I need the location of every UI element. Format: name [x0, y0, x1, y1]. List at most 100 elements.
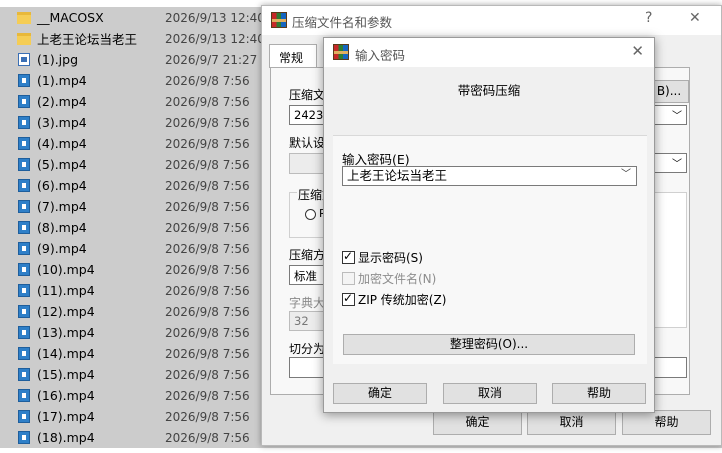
show-password-checkbox-row[interactable]: 显示密码(S): [342, 249, 423, 266]
archive-ok-button[interactable]: 确定: [433, 410, 522, 435]
format-rar-radio[interactable]: [305, 209, 316, 220]
file-date: 2026/9/8 7:56: [165, 430, 250, 445]
video-file-icon: [18, 410, 30, 423]
file-name: (7).mp4: [37, 199, 87, 214]
file-name: (13).mp4: [37, 325, 95, 340]
file-date: 2026/9/8 7:56: [165, 241, 250, 256]
password-cancel-button[interactable]: 取消: [443, 383, 537, 404]
split-label: 切分为: [289, 342, 326, 356]
video-file-icon: [18, 347, 30, 360]
file-name: (1).jpg: [37, 52, 79, 67]
file-name: (1).mp4: [37, 73, 87, 88]
folder-icon: [17, 33, 31, 45]
show-password-checkbox[interactable]: [342, 249, 355, 264]
folder-icon: [17, 12, 31, 24]
video-file-icon: [18, 158, 30, 171]
file-date: 2026/9/13 12:40: [165, 10, 265, 25]
winrar-app-icon: [333, 44, 349, 60]
file-date: 2026/9/8 7:56: [165, 262, 250, 277]
file-date: 2026/9/8 7:56: [165, 73, 250, 88]
help-icon[interactable]: ?: [645, 10, 652, 26]
password-help-button[interactable]: 帮助: [552, 383, 646, 404]
video-file-icon: [18, 326, 30, 339]
file-date: 2026/9/8 7:56: [165, 346, 250, 361]
close-icon[interactable]: ✕: [689, 10, 701, 26]
password-ok-button[interactable]: 确定: [333, 383, 427, 404]
show-password-label: 显示密码(S): [358, 251, 423, 265]
file-name: (10).mp4: [37, 262, 95, 277]
file-date: 2026/9/13 12:40: [165, 31, 265, 46]
file-name: __MACOSX: [37, 10, 104, 25]
video-file-icon: [18, 116, 30, 129]
archive-help-button[interactable]: 帮助: [622, 410, 711, 435]
archive-dialog-title: 压缩文件名和参数: [292, 15, 393, 30]
video-file-icon: [18, 242, 30, 255]
video-file-icon: [18, 200, 30, 213]
file-name: (3).mp4: [37, 115, 87, 130]
file-name: 上老王论坛当老王: [37, 32, 138, 47]
video-file-icon: [18, 284, 30, 297]
file-date: 2026/9/8 7:56: [165, 94, 250, 109]
default-profile-label: 默认设: [289, 136, 326, 150]
video-file-icon: [18, 431, 30, 444]
file-name: (8).mp4: [37, 220, 87, 235]
file-name: (4).mp4: [37, 136, 87, 151]
chevron-down-icon: ﹀: [672, 111, 682, 122]
video-file-icon: [18, 389, 30, 402]
tab-general[interactable]: 常规: [269, 44, 317, 68]
video-file-icon: [18, 74, 30, 87]
file-date: 2026/9/8 7:56: [165, 136, 250, 151]
file-date: 2026/9/8 7:56: [165, 283, 250, 298]
zip-legacy-encryption-checkbox[interactable]: [342, 291, 355, 306]
zip-legacy-encryption-label: ZIP 传统加密(Z): [358, 293, 447, 307]
archive-name-label: 压缩文: [289, 88, 326, 102]
file-date: 2026/9/8 7:56: [165, 157, 250, 172]
password-value: 上老王论坛当老王: [347, 168, 448, 183]
organize-passwords-button[interactable]: 整理密码(O)...: [343, 334, 635, 355]
password-dialog: 输入密码 ✕ 带密码压缩 输入密码(E) 上老王论坛当老王 ﹀ 显示密码(S) …: [323, 37, 655, 413]
browse-button[interactable]: B)...: [649, 80, 689, 103]
file-name: (14).mp4: [37, 346, 95, 361]
encrypt-filenames-checkbox-row[interactable]: 加密文件名(N): [342, 270, 436, 287]
file-name: (2).mp4: [37, 94, 87, 109]
file-date: 2026/9/8 7:56: [165, 220, 250, 235]
file-name: (6).mp4: [37, 178, 87, 193]
file-date: 2026/9/8 7:56: [165, 388, 250, 403]
file-date: 2026/9/8 7:56: [165, 367, 250, 382]
encrypt-filenames-checkbox[interactable]: [342, 272, 355, 285]
file-date: 2026/9/8 7:56: [165, 409, 250, 424]
file-name: (9).mp4: [37, 241, 87, 256]
file-date: 2026/9/8 7:56: [165, 199, 250, 214]
file-date: 2026/9/8 7:56: [165, 115, 250, 130]
winrar-app-icon: [271, 12, 287, 28]
video-file-icon: [18, 221, 30, 234]
file-date: 2026/9/8 7:56: [165, 325, 250, 340]
encrypt-filenames-label: 加密文件名(N): [358, 272, 437, 286]
chevron-down-icon[interactable]: ﹀: [621, 167, 631, 183]
zip-legacy-encryption-checkbox-row[interactable]: ZIP 传统加密(Z): [342, 291, 446, 308]
password-input[interactable]: 上老王论坛当老王 ﹀: [342, 166, 637, 186]
file-name: (16).mp4: [37, 388, 95, 403]
password-dialog-heading: 带密码压缩: [457, 83, 521, 98]
dictionary-label: 字典大: [289, 296, 326, 310]
video-file-icon: [18, 305, 30, 318]
video-file-icon: [18, 368, 30, 381]
file-date: 2026/9/8 7:56: [165, 304, 250, 319]
password-dialog-titlebar[interactable]: 输入密码 ✕: [324, 38, 654, 67]
image-file-icon: [18, 53, 30, 66]
chevron-down-icon: ﹀: [672, 159, 682, 170]
video-file-icon: [18, 95, 30, 108]
file-name: (12).mp4: [37, 304, 95, 319]
video-file-icon: [18, 137, 30, 150]
file-name: (15).mp4: [37, 367, 95, 382]
file-date: 2026/9/8 7:56: [165, 178, 250, 193]
set-password-button-bg[interactable]: [651, 357, 687, 378]
file-name: (17).mp4: [37, 409, 95, 424]
file-date: 2026/9/7 21:27: [165, 52, 258, 67]
archive-dialog-titlebar[interactable]: 压缩文件名和参数 ? ✕: [262, 6, 721, 35]
archive-cancel-button[interactable]: 取消: [527, 410, 616, 435]
file-name: (5).mp4: [37, 157, 87, 172]
video-file-icon: [18, 179, 30, 192]
method-label: 压缩方: [289, 248, 326, 262]
close-icon[interactable]: ✕: [631, 42, 644, 60]
